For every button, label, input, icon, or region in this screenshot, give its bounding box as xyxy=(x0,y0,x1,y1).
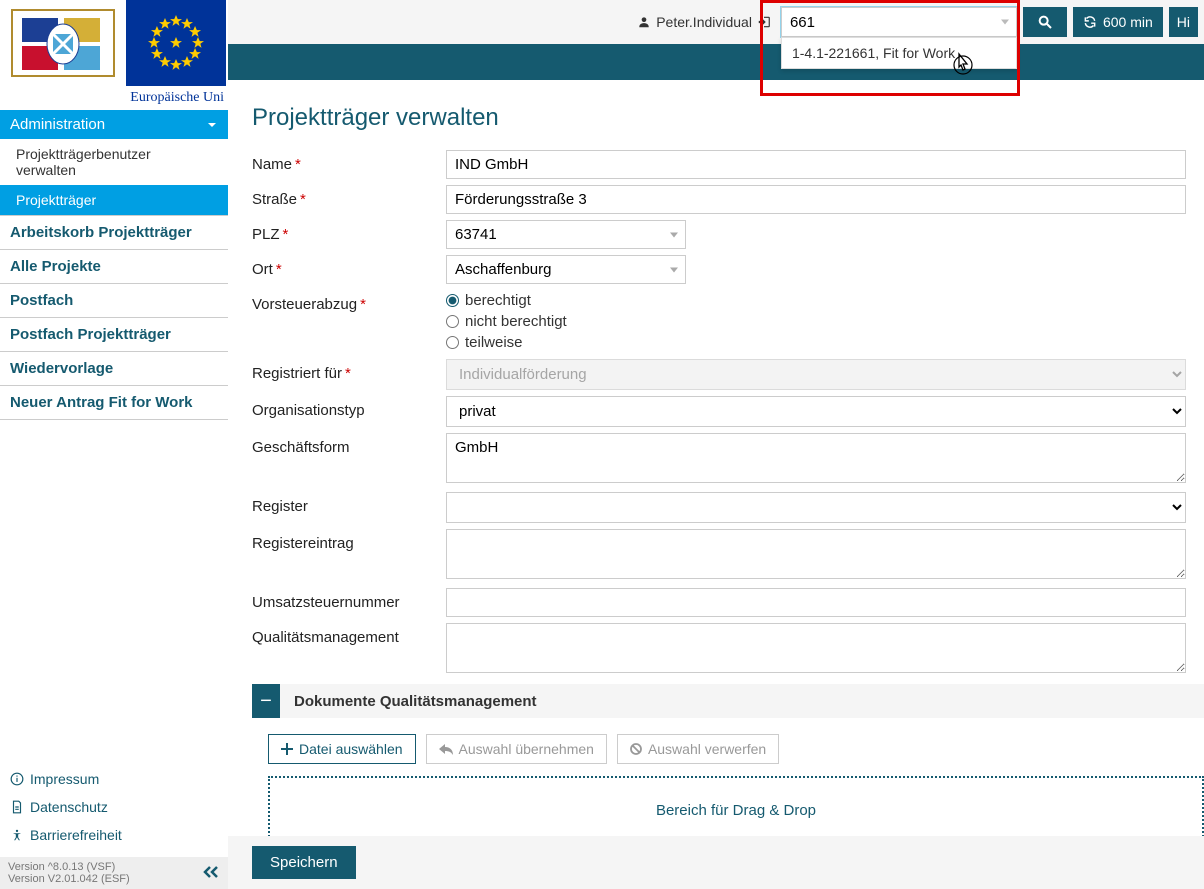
radio-teilweise[interactable]: teilweise xyxy=(446,332,988,353)
ban-icon xyxy=(630,743,642,755)
chevron-down-icon xyxy=(206,119,218,131)
info-icon xyxy=(10,772,24,786)
session-timer-button[interactable]: 600 min xyxy=(1073,7,1163,37)
label-ust: Umsatzsteuernummer xyxy=(252,588,446,611)
nav-arbeitskorb[interactable]: Arbeitskorb Projektträger xyxy=(0,215,228,250)
logo-area: Europäische Uni xyxy=(0,0,228,110)
version-b: Version V2.01.042 (ESF) xyxy=(8,873,130,885)
search-input[interactable] xyxy=(781,7,1017,37)
logout-icon[interactable] xyxy=(757,15,771,29)
textarea-qm[interactable] xyxy=(446,623,1186,673)
user-chip[interactable]: Peter.Individual xyxy=(637,14,771,30)
label-name: Name xyxy=(252,156,292,173)
footer-barrierefreiheit[interactable]: Barrierefreiheit xyxy=(0,821,228,849)
user-name: Peter.Individual xyxy=(656,14,752,30)
label-registereintrag: Registereintrag xyxy=(252,529,446,552)
eu-logo xyxy=(126,0,226,86)
search-icon xyxy=(1037,14,1053,30)
label-qm: Qualitätsmanagement xyxy=(252,623,446,646)
plus-icon xyxy=(281,743,293,755)
version-box: Version ^8.0.13 (VSF) Version V2.01.042 … xyxy=(0,857,228,889)
input-name[interactable] xyxy=(446,150,1186,179)
version-a: Version ^8.0.13 (VSF) xyxy=(8,861,130,873)
sidebar-admin-header[interactable]: Administration xyxy=(0,110,228,139)
chevrons-left-icon xyxy=(202,865,220,879)
apply-selection-button: Auswahl übernehmen xyxy=(426,734,607,764)
input-plz[interactable] xyxy=(446,220,686,249)
footer-links: Impressum Datenschutz Barrierefreiheit xyxy=(0,765,228,849)
section-qm-docs: − Dokumente Qualitätsmanagement xyxy=(252,684,1204,718)
content-area: Projektträger verwalten Name* Straße* PL… xyxy=(228,80,1204,889)
accessibility-icon xyxy=(10,828,24,842)
label-orgtyp: Organisationstyp xyxy=(252,396,446,419)
label-vorsteuer: Vorsteuerabzug xyxy=(252,296,357,313)
chevron-down-icon xyxy=(1001,20,1009,25)
nav-wiedervorlage[interactable]: Wiedervorlage xyxy=(0,352,228,386)
choose-file-button[interactable]: Datei auswählen xyxy=(268,734,416,764)
label-ort: Ort xyxy=(252,261,273,278)
input-ust[interactable] xyxy=(446,588,1186,617)
input-ort[interactable] xyxy=(446,255,686,284)
save-button[interactable]: Speichern xyxy=(252,846,356,879)
sidebar-subitem-users[interactable]: Projektträgerbenutzer verwalten xyxy=(0,139,228,185)
search-dropdown-item[interactable]: 1-4.1-221661, Fit for Work xyxy=(782,38,1016,68)
footer-impressum[interactable]: Impressum xyxy=(0,765,228,793)
search-wrapper: 1-4.1-221661, Fit for Work xyxy=(781,7,1017,37)
select-orgtyp[interactable]: privat xyxy=(446,396,1186,427)
select-registriert: Individualförderung xyxy=(446,359,1186,390)
label-register: Register xyxy=(252,492,446,515)
user-icon xyxy=(637,15,651,29)
search-dropdown: 1-4.1-221661, Fit for Work xyxy=(781,37,1017,69)
label-registriert: Registriert für xyxy=(252,365,342,382)
sidebar-collapse-button[interactable] xyxy=(202,863,220,884)
timer-label: 600 min xyxy=(1103,14,1153,30)
document-icon xyxy=(10,800,24,814)
help-button[interactable]: Hi xyxy=(1169,7,1198,37)
share-icon xyxy=(439,743,453,755)
section-title: Dokumente Qualitätsmanagement xyxy=(280,693,537,710)
dropzone[interactable]: Bereich für Drag & Drop xyxy=(268,776,1204,845)
sidebar-subitem-projekttraeger[interactable]: Projektträger xyxy=(0,185,228,215)
textarea-geschaeftsform[interactable]: GmbH xyxy=(446,433,1186,483)
save-bar: Speichern xyxy=(228,836,1204,889)
radio-nicht-berechtigt[interactable]: nicht berechtigt xyxy=(446,311,988,332)
eu-caption: Europäische Uni xyxy=(0,86,228,110)
label-plz: PLZ xyxy=(252,226,280,243)
sidebar: Administration Projektträgerbenutzer ver… xyxy=(0,110,228,889)
page-title: Projektträger verwalten xyxy=(252,104,1204,132)
nav-postfach[interactable]: Postfach xyxy=(0,284,228,318)
radio-berechtigt[interactable]: berechtigt xyxy=(446,290,988,311)
nav-postfach-pt[interactable]: Postfach Projektträger xyxy=(0,318,228,352)
footer-datenschutz[interactable]: Datenschutz xyxy=(0,793,228,821)
textarea-registereintrag[interactable] xyxy=(446,529,1186,579)
label-geschaeftsform: Geschäftsform xyxy=(252,433,446,456)
input-strasse[interactable] xyxy=(446,185,1186,214)
nav-alle-projekte[interactable]: Alle Projekte xyxy=(0,250,228,284)
select-register[interactable] xyxy=(446,492,1186,523)
discard-selection-button: Auswahl verwerfen xyxy=(617,734,779,764)
nav-neuer-antrag[interactable]: Neuer Antrag Fit for Work xyxy=(0,386,228,420)
section-collapse-button[interactable]: − xyxy=(252,684,280,718)
search-button[interactable] xyxy=(1023,7,1067,37)
refresh-icon xyxy=(1083,15,1097,29)
bayern-logo xyxy=(0,0,126,86)
label-strasse: Straße xyxy=(252,191,297,208)
